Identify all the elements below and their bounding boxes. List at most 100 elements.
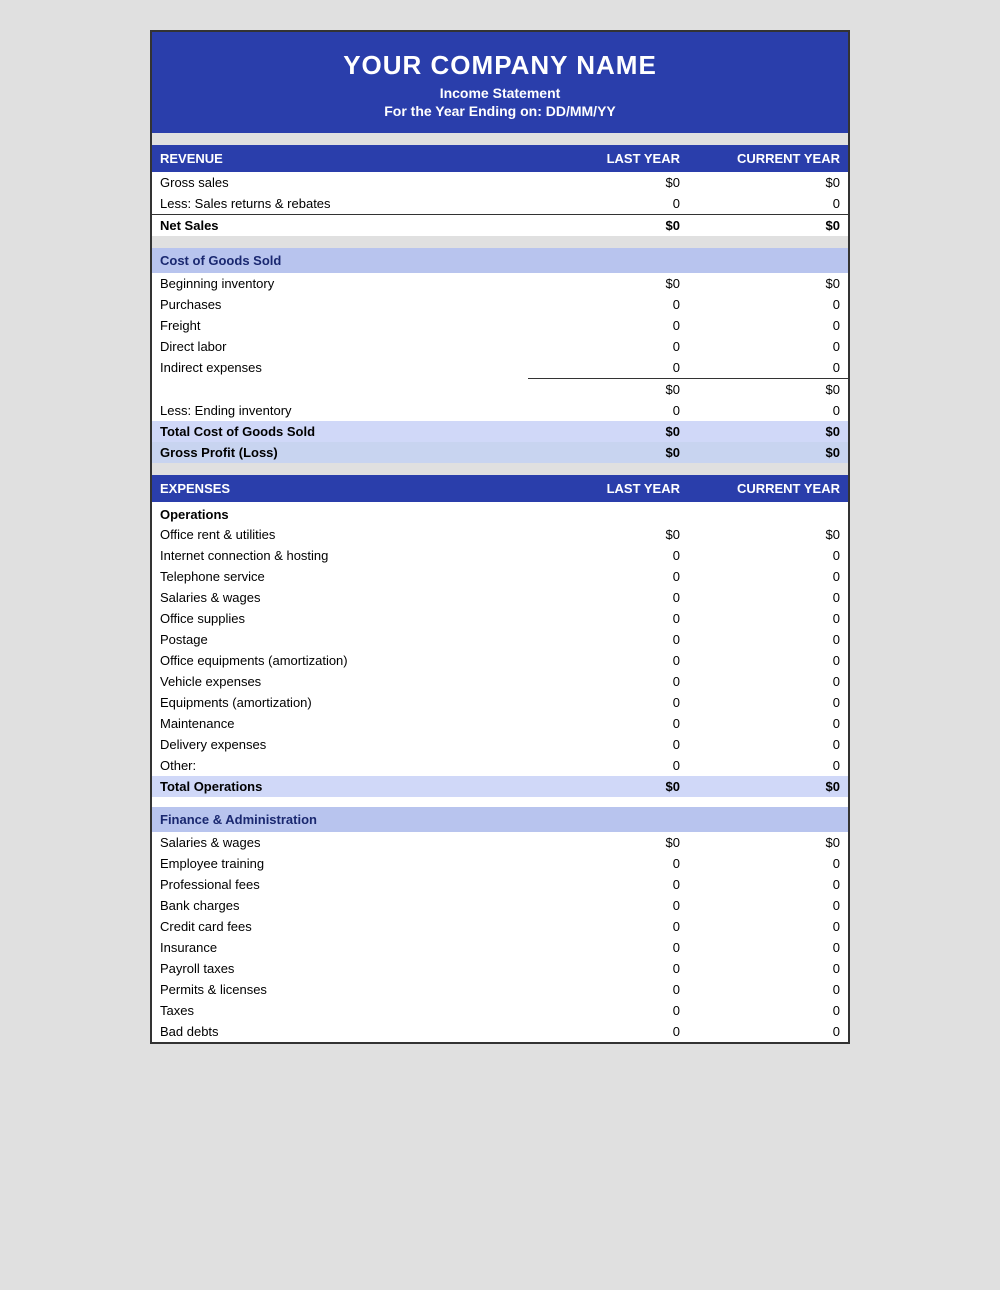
row-value-current: 0 (688, 587, 848, 608)
table-row: Direct labor 0 0 (152, 336, 848, 357)
row-label: Delivery expenses (152, 734, 528, 755)
expenses-table: EXPENSES LAST YEAR CURRENT YEAR Operatio… (152, 475, 848, 1042)
ending-inventory-label: Less: Ending inventory (152, 400, 528, 421)
row-label: Freight (152, 315, 528, 336)
row-label: Equipments (amortization) (152, 692, 528, 713)
table-row: Beginning inventory $0 $0 (152, 273, 848, 294)
row-value-last: 0 (528, 608, 688, 629)
row-label: Internet connection & hosting (152, 545, 528, 566)
table-row: Other: 0 0 (152, 755, 848, 776)
row-value-current: 0 (688, 336, 848, 357)
total-operations-current: $0 (688, 776, 848, 797)
table-row: Salaries & wages $0 $0 (152, 832, 848, 853)
cogs-subtotal-last: $0 (528, 379, 688, 401)
table-row: Internet connection & hosting 0 0 (152, 545, 848, 566)
row-label: Indirect expenses (152, 357, 528, 379)
row-label: Other: (152, 755, 528, 776)
expenses-heading: EXPENSES (152, 475, 528, 502)
row-value-last: 0 (528, 315, 688, 336)
total-operations-row: Total Operations $0 $0 (152, 776, 848, 797)
row-value-current: 0 (688, 937, 848, 958)
row-value-current: 0 (688, 755, 848, 776)
expenses-col-current-year: CURRENT YEAR (688, 475, 848, 502)
row-value-last: 0 (528, 1021, 688, 1042)
row-value-last: 0 (528, 958, 688, 979)
table-row: Office supplies 0 0 (152, 608, 848, 629)
row-value-last: 0 (528, 357, 688, 379)
row-value-last: 0 (528, 916, 688, 937)
cogs-subtotal-row: $0 $0 (152, 379, 848, 401)
ending-inventory-current: 0 (688, 400, 848, 421)
row-value-current: 0 (688, 734, 848, 755)
table-row: Less: Sales returns & rebates 0 0 (152, 193, 848, 215)
row-value-current: 0 (688, 294, 848, 315)
table-row: Freight 0 0 (152, 315, 848, 336)
net-sales-label: Net Sales (152, 215, 528, 237)
table-row: Professional fees 0 0 (152, 874, 848, 895)
row-value-last: 0 (528, 979, 688, 1000)
cogs-heading: Cost of Goods Sold (152, 248, 848, 273)
total-cogs-current: $0 (688, 421, 848, 442)
table-row: Telephone service 0 0 (152, 566, 848, 587)
table-row: Bank charges 0 0 (152, 895, 848, 916)
total-cogs-label: Total Cost of Goods Sold (152, 421, 528, 442)
cogs-table: Cost of Goods Sold Beginning inventory $… (152, 248, 848, 463)
row-value-last: 0 (528, 587, 688, 608)
revenue-heading: REVENUE (152, 145, 528, 172)
table-row: Salaries & wages 0 0 (152, 587, 848, 608)
table-row: Equipments (amortization) 0 0 (152, 692, 848, 713)
row-label: Professional fees (152, 874, 528, 895)
row-value-current: 0 (688, 979, 848, 1000)
company-name: YOUR COMPANY NAME (162, 50, 838, 81)
gross-profit-last: $0 (528, 442, 688, 463)
row-value-last: 0 (528, 566, 688, 587)
finance-heading: Finance & Administration (152, 807, 848, 832)
row-label: Vehicle expenses (152, 671, 528, 692)
table-row: Permits & licenses 0 0 (152, 979, 848, 1000)
row-value-current: 0 (688, 671, 848, 692)
row-value-current: 0 (688, 629, 848, 650)
row-label: Salaries & wages (152, 587, 528, 608)
gross-profit-label: Gross Profit (Loss) (152, 442, 528, 463)
row-value-last: 0 (528, 895, 688, 916)
row-value-current: 0 (688, 853, 848, 874)
row-value-last: 0 (528, 874, 688, 895)
table-row: Employee training 0 0 (152, 853, 848, 874)
table-row: Payroll taxes 0 0 (152, 958, 848, 979)
row-value-current: 0 (688, 566, 848, 587)
report-header: YOUR COMPANY NAME Income Statement For t… (152, 32, 848, 133)
revenue-table: REVENUE LAST YEAR CURRENT YEAR Gross sal… (152, 145, 848, 236)
row-value-last: 0 (528, 629, 688, 650)
row-value-current: $0 (688, 273, 848, 294)
row-value-last: 0 (528, 671, 688, 692)
operations-header-row: Operations (152, 502, 848, 524)
row-label: Direct labor (152, 336, 528, 357)
row-label: Bank charges (152, 895, 528, 916)
row-value-current: 0 (688, 958, 848, 979)
gross-profit-current: $0 (688, 442, 848, 463)
table-row: Gross sales $0 $0 (152, 172, 848, 193)
table-row: Indirect expenses 0 0 (152, 357, 848, 379)
row-value-last: 0 (528, 294, 688, 315)
row-value-last: $0 (528, 524, 688, 545)
row-value-current: 0 (688, 608, 848, 629)
row-value-current: 0 (688, 357, 848, 379)
row-value-current: 0 (688, 1000, 848, 1021)
row-label: Less: Sales returns & rebates (152, 193, 528, 215)
row-label: Postage (152, 629, 528, 650)
row-value-current: 0 (688, 545, 848, 566)
row-label: Salaries & wages (152, 832, 528, 853)
row-label: Beginning inventory (152, 273, 528, 294)
row-value-last: 0 (528, 755, 688, 776)
net-sales-current: $0 (688, 215, 848, 237)
row-value-current: 0 (688, 1021, 848, 1042)
table-row: Purchases 0 0 (152, 294, 848, 315)
row-value-current: 0 (688, 895, 848, 916)
cogs-header-row: Cost of Goods Sold (152, 248, 848, 273)
table-row: Delivery expenses 0 0 (152, 734, 848, 755)
row-label: Credit card fees (152, 916, 528, 937)
row-value-current: 0 (688, 315, 848, 336)
row-label: Gross sales (152, 172, 528, 193)
row-value-last: 0 (528, 692, 688, 713)
row-value-last: 0 (528, 193, 688, 215)
